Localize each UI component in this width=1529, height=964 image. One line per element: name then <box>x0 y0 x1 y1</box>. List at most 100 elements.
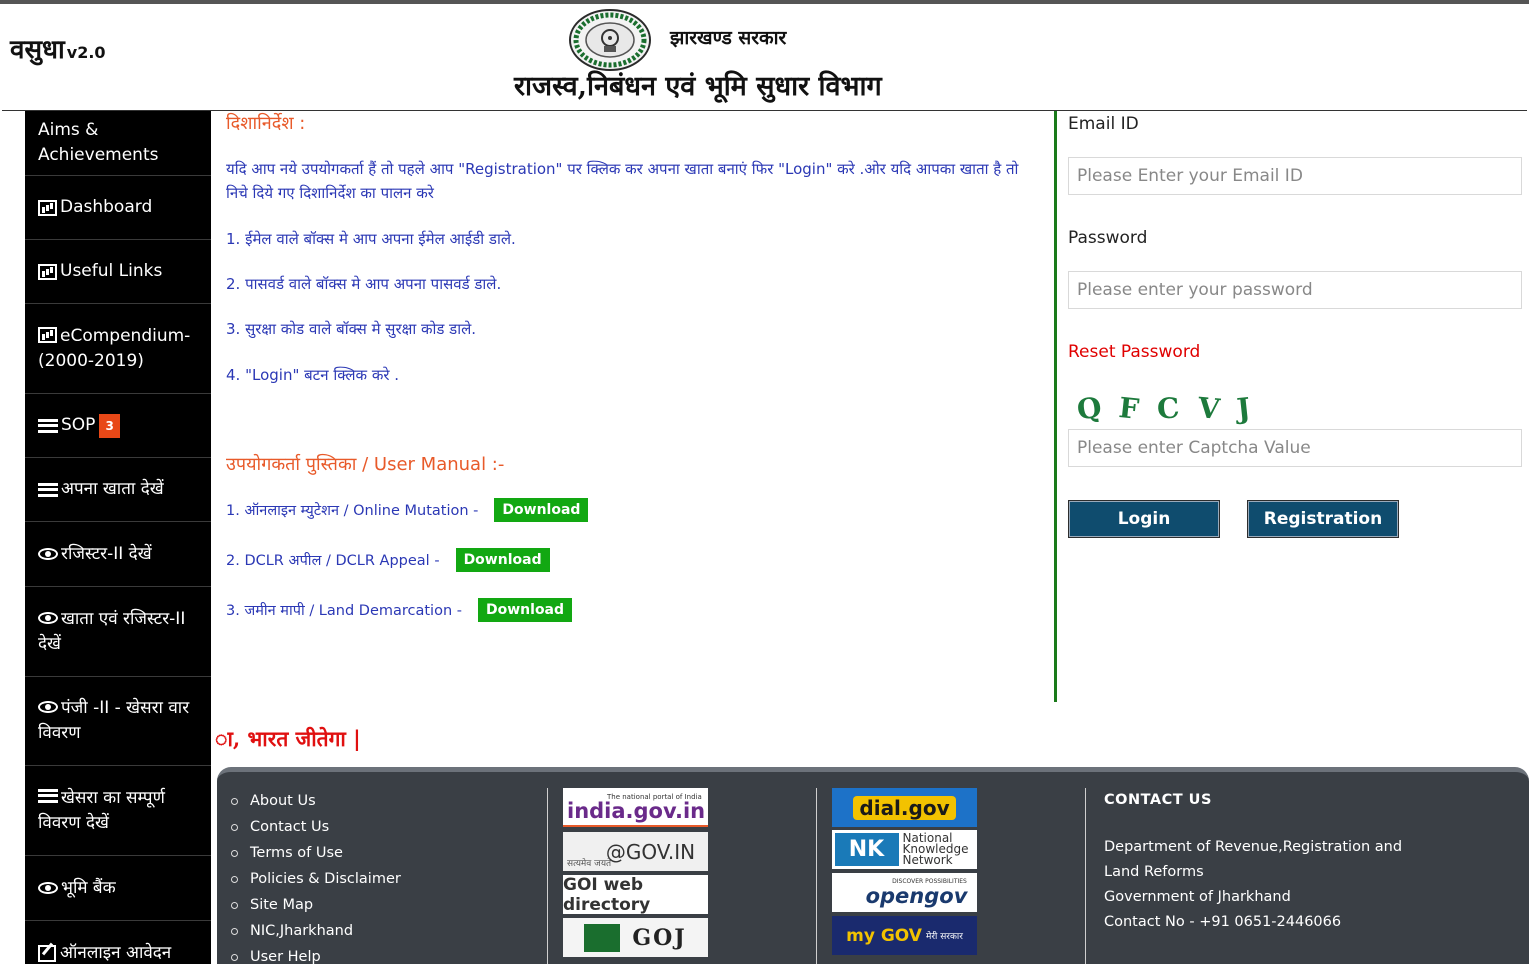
guideline-step: 4. "Login" बटन क्लिक करे . <box>226 366 400 384</box>
reset-password-link[interactable]: Reset Password <box>1068 342 1200 362</box>
registration-button[interactable]: Registration <box>1247 500 1399 538</box>
captcha-char: C <box>1156 390 1181 426</box>
contact-line: Department of Revenue,Registration and L… <box>1104 839 1403 880</box>
logo-caption: मेरी सरकार <box>925 932 963 942</box>
sidebar-item-label: Aims & Achievements <box>38 120 159 165</box>
goi-web-directory-logo[interactable]: GOI web directory <box>563 875 708 914</box>
sidebar-nav: Aims & Achievements Dashboard Useful Lin… <box>25 111 211 964</box>
sidebar-item-label: भूमि बैंक <box>61 877 116 898</box>
download-dclr-appeal-button[interactable]: Download <box>455 548 550 572</box>
footer-link-terms[interactable]: Terms of Use <box>231 840 401 866</box>
email-input[interactable] <box>1068 157 1522 195</box>
department-name: राजस्व,निबंधन एवं भूमि सुधार विभाग <box>514 71 882 102</box>
sidebar-item-label: eCompendium-(2000-2019) <box>38 325 191 371</box>
captcha-input[interactable] <box>1068 429 1522 467</box>
brand-name: वसुधा <box>10 35 65 65</box>
site-header: वसुधा v2.0 झारखण्ड सरकार राजस्व,निबंधन एव… <box>2 4 1527 111</box>
footer-divider <box>547 788 548 964</box>
sidebar-item-dashboard[interactable]: Dashboard <box>25 176 211 240</box>
sidebar-item-label: रजिस्टर-II देखें <box>61 543 152 564</box>
nkn-logo[interactable]: NK National Knowledge Network <box>832 830 977 869</box>
logo-text: india.gov.in <box>567 798 706 823</box>
guideline-step: 1. ईमेल वाले बॉक्स मे आप अपना ईमेल आईडी … <box>226 230 516 248</box>
logo-text: GOI web directory <box>563 875 651 914</box>
guideline-step: 2. पासवर्ड वाले बॉक्स मे आप अपना पासवर्ड… <box>226 275 502 293</box>
sidebar-item-aims-achievements[interactable]: Aims & Achievements <box>25 111 211 176</box>
logo-caption: सत्यमेव जयते <box>567 859 612 869</box>
bar-chart-icon <box>38 326 57 343</box>
edit-icon <box>38 944 56 962</box>
dial-gov-logo[interactable]: dial.gov <box>832 788 977 827</box>
mygov-logo[interactable]: my GOV मेरी सरकार <box>832 916 977 955</box>
sidebar-item-label: ऑनलाइन आवेदन <box>60 942 172 963</box>
opengov-logo[interactable]: DISCOVER POSSIBILITIES opengov <box>832 873 977 912</box>
footer-link-about-us[interactable]: About Us <box>231 788 401 814</box>
password-label: Password <box>1068 228 1148 248</box>
logo-text: my GOV <box>846 925 922 946</box>
captcha-char: J <box>1235 390 1253 426</box>
sidebar-item-panji-2-khesra[interactable]: पंजी -II - खेसरा वार विवरण <box>25 677 211 766</box>
eye-icon <box>38 548 58 560</box>
list-icon <box>38 482 58 497</box>
password-input[interactable] <box>1068 271 1522 309</box>
sidebar-item-label: अपना खाता देखें <box>61 479 164 499</box>
bar-chart-icon <box>38 263 57 280</box>
manual-item-label: 1. ऑनलाइन म्युटेशन / Online Mutation - <box>226 503 479 519</box>
sidebar-item-label: Useful Links <box>60 261 163 281</box>
guideline-step: 3. सुरक्षा कोड वाले बॉक्स मे सुरक्षा कोड… <box>226 320 477 338</box>
logo-text: dial.gov <box>853 795 956 820</box>
brand-logo[interactable]: वसुधा v2.0 <box>10 30 106 66</box>
sidebar-item-apna-khata[interactable]: अपना खाता देखें <box>25 458 211 522</box>
manual-item-dclr-appeal: 2. DCLR अपील / DCLR Appeal - Download <box>226 548 550 572</box>
sidebar-item-register-2[interactable]: रजिस्टर-II देखें <box>25 522 211 587</box>
marquee-ticker: ा, भारत जीतेगा | <box>215 726 361 751</box>
list-icon <box>38 788 58 803</box>
footer-link-contact-us[interactable]: Contact Us <box>231 814 401 840</box>
sidebar-item-khesra-vivran[interactable]: खेसरा का सम्पूर्ण विवरण देखें <box>25 766 211 856</box>
footer-link-nic[interactable]: NIC,Jharkhand <box>231 918 401 944</box>
sidebar-item-sop[interactable]: SOP 3 <box>25 394 211 458</box>
sop-count-badge: 3 <box>99 413 120 438</box>
goj-logo[interactable]: GOJ <box>563 918 708 957</box>
contact-line: Government of Jharkhand <box>1104 889 1291 905</box>
email-label: Email ID <box>1068 114 1139 134</box>
vertical-divider <box>1054 111 1057 702</box>
manual-item-label: 3. जमीन मापी / Land Demarcation - <box>226 603 462 619</box>
brand-version: v2.0 <box>66 43 106 62</box>
sidebar-item-label: पंजी -II - खेसरा वार विवरण <box>38 698 190 743</box>
manual-item-label: 2. DCLR अपील / DCLR Appeal - <box>226 553 440 569</box>
footer-divider <box>1085 788 1086 964</box>
india-gov-logo[interactable]: The national portal of India india.gov.i… <box>563 788 708 827</box>
user-manual-heading: उपयोगकर्ता पुस्तिका / User Manual :- <box>226 454 505 475</box>
sidebar-item-online-aavedan[interactable]: ऑनलाइन आवेदन <box>25 921 211 964</box>
guidelines-heading: दिशानिर्देश : <box>226 113 306 134</box>
logo-text: GOJ <box>632 924 687 951</box>
contact-title: CONTACT US <box>1104 792 1212 808</box>
sidebar-item-ecompendium[interactable]: eCompendium-(2000-2019) <box>25 304 211 394</box>
footer-link-user-help[interactable]: User Help <box>231 944 401 964</box>
government-name: झारखण्ड सरकार <box>670 27 787 49</box>
eye-icon <box>38 701 58 713</box>
manual-item-land-demarcation: 3. जमीन मापी / Land Demarcation - Downlo… <box>226 598 573 622</box>
login-button[interactable]: Login <box>1068 500 1220 538</box>
download-land-demarcation-button[interactable]: Download <box>478 598 573 622</box>
manual-item-online-mutation: 1. ऑनलाइन म्युटेशन / Online Mutation - D… <box>226 498 589 522</box>
contact-line: Contact No - +91 0651-2446066 <box>1104 914 1342 930</box>
sidebar-item-useful-links[interactable]: Useful Links <box>25 240 211 304</box>
at-gov-in-logo[interactable]: सत्यमेव जयते @GOV.IN <box>563 832 708 871</box>
download-online-mutation-button[interactable]: Download <box>494 498 589 522</box>
captcha-char: F <box>1117 390 1141 426</box>
bar-chart-icon <box>38 199 57 216</box>
sidebar-item-bhumi-bank[interactable]: भूमि बैंक <box>25 856 211 921</box>
eye-icon <box>38 611 58 624</box>
captcha-image: Q F C V J <box>1068 383 1308 433</box>
eye-icon <box>38 882 58 894</box>
footer-divider <box>816 788 817 964</box>
logo-text: @GOV.IN <box>605 839 696 864</box>
footer-link-policies[interactable]: Policies & Disclaimer <box>231 866 401 892</box>
captcha-char: V <box>1196 390 1221 426</box>
sidebar-item-khata-register-2[interactable]: खाता एवं रजिस्टर-II देखें <box>25 587 211 677</box>
footer-link-sitemap[interactable]: Site Map <box>231 892 401 918</box>
jharkhand-emblem-icon <box>569 9 651 71</box>
sidebar-item-label: SOP <box>61 415 96 435</box>
